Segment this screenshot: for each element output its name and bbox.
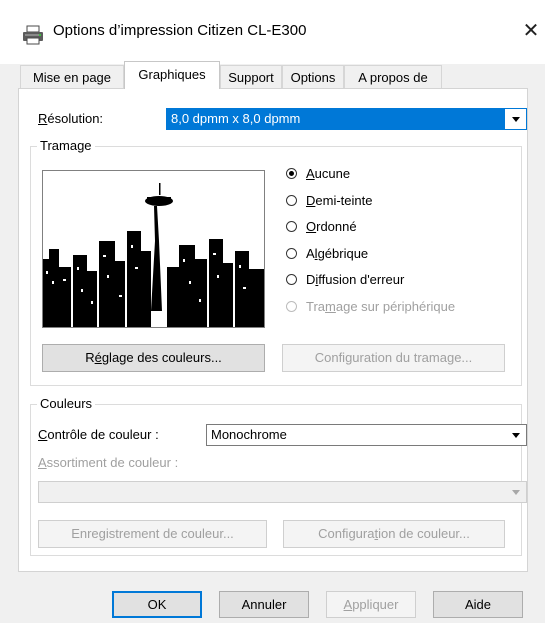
color-adjust-button[interactable]: Réglage des couleurs...: [42, 344, 265, 372]
radio-indicator: [286, 274, 297, 285]
apply-button[interactable]: Appliquer: [326, 591, 416, 618]
color-control-value: Monochrome: [211, 427, 287, 442]
color-matching-label: Assortiment de couleur :: [38, 455, 179, 470]
dithering-config-button[interactable]: Configuration du tramage...: [282, 344, 505, 372]
chevron-down-icon[interactable]: [507, 110, 525, 128]
color-control-label: Contrôle de couleur :: [38, 427, 159, 442]
tramage-group-title: Tramage: [37, 138, 95, 153]
chevron-down-icon[interactable]: [507, 483, 525, 501]
help-button[interactable]: Aide: [433, 591, 523, 618]
radio-indicator: [286, 221, 297, 232]
resolution-label: Résolution:: [38, 111, 104, 126]
radio-indicator: [286, 248, 297, 259]
color-config-button[interactable]: Configuration de couleur...: [283, 520, 505, 548]
resolution-value: 8,0 dpmm x 8,0 dpmm: [167, 109, 505, 129]
couleurs-group-title: Couleurs: [37, 396, 96, 411]
chevron-down-icon[interactable]: [507, 426, 525, 444]
radio-indicator: [286, 195, 297, 206]
color-control-select[interactable]: Monochrome: [206, 424, 527, 446]
cancel-button[interactable]: Annuler: [219, 591, 309, 618]
radio-indicator: [286, 168, 297, 179]
color-matching-select[interactable]: [38, 481, 527, 503]
radio-indicator: [286, 301, 297, 312]
skyline-image: [43, 171, 264, 327]
dithering-preview-image: [42, 170, 265, 328]
ok-button[interactable]: OK: [112, 591, 202, 618]
resolution-select[interactable]: 8,0 dpmm x 8,0 dpmm: [166, 108, 527, 130]
color-save-button[interactable]: Enregistrement de couleur...: [38, 520, 267, 548]
